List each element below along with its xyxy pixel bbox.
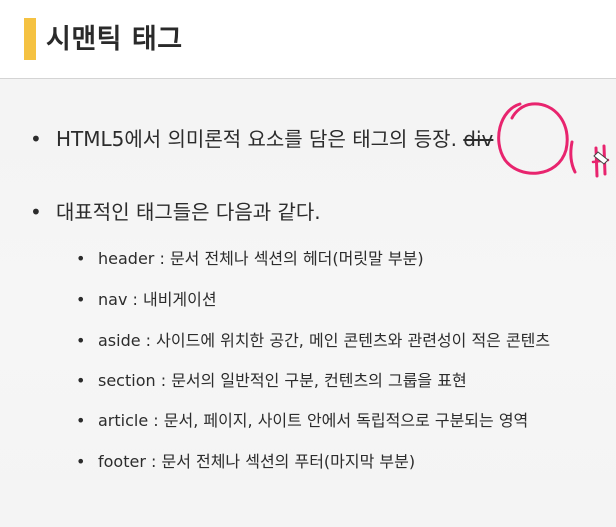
bullet-text: 대표적인 태그들은 다음과 같다. [56,200,321,224]
tag-description: 문서, 페이지, 사이트 안에서 독립적으로 구분되는 영역 [163,411,529,430]
title-divider [0,78,616,79]
tag-name: section [98,371,156,390]
sub-bullet-dot: • [76,331,86,350]
tag-description: 문서 전체나 섹션의 푸터(마지막 부분) [161,452,416,471]
annotation-stroke [569,140,577,174]
tag-item-header: • header : 문서 전체나 섹션의 헤더(머릿말 부분) [76,245,424,269]
bullet-text: HTML5에서 의미론적 요소를 담은 태그의 등장. [56,127,457,151]
tag-separator: : [145,452,162,471]
tag-separator: : [154,249,170,268]
slide: 시맨틱 태그 • HTML5에서 의미론적 요소를 담은 태그의 등장. div … [0,0,616,527]
tag-item-section: • section : 문서의 일반적인 구분, 컨텐츠의 그룹을 표현 [76,367,467,391]
annotation-stroke [602,144,607,176]
annotation-stroke [594,146,599,178]
tag-separator: : [127,290,143,309]
tag-name: article [98,411,149,430]
annotation-stroke [591,158,610,164]
tag-description: 사이드에 위치한 공간, 메인 콘텐츠와 관련성이 적은 콘텐츠 [156,331,551,350]
sub-bullet-dot: • [76,249,86,268]
title-accent-bar [24,18,36,60]
tag-separator: : [155,371,172,390]
bullet-dot: • [30,200,42,224]
tag-separator: : [140,331,157,350]
tag-name: footer [98,452,146,471]
bullet-representative-tags: • 대표적인 태그들은 다음과 같다. [30,196,321,225]
tag-description: 문서 전체나 섹션의 헤더(머릿말 부분) [169,249,424,268]
sub-bullet-dot: • [76,411,86,430]
struck-div-text: div [463,127,494,151]
tag-item-article: • article : 문서, 페이지, 사이트 안에서 독립적으로 구분되는 영… [76,407,528,431]
bullet-html5-semantics: • HTML5에서 의미론적 요소를 담은 태그의 등장. div [30,123,493,152]
tag-item-aside: • aside : 사이드에 위치한 공간, 메인 콘텐츠와 관련성이 적은 콘텐… [76,327,550,351]
annotation-circle [497,102,569,175]
pen-cursor-icon [593,151,609,165]
sub-bullet-dot: • [76,371,86,390]
tag-description: 내비게이션 [142,290,217,309]
tag-item-footer: • footer : 문서 전체나 섹션의 푸터(마지막 부분) [76,448,415,472]
tag-name: header [98,249,155,268]
sub-bullet-dot: • [76,452,86,471]
tag-name: aside [98,331,141,350]
tag-separator: : [148,411,164,430]
slide-title: 시맨틱 태그 [46,24,183,55]
tag-description: 문서의 일반적인 구분, 컨텐츠의 그룹을 표현 [171,371,467,390]
sub-bullet-dot: • [76,290,86,309]
bullet-dot: • [30,127,42,151]
tag-name: nav [98,290,128,309]
title-bar: 시맨틱 태그 [0,0,616,78]
tag-item-nav: • nav : 내비게이션 [76,286,217,310]
